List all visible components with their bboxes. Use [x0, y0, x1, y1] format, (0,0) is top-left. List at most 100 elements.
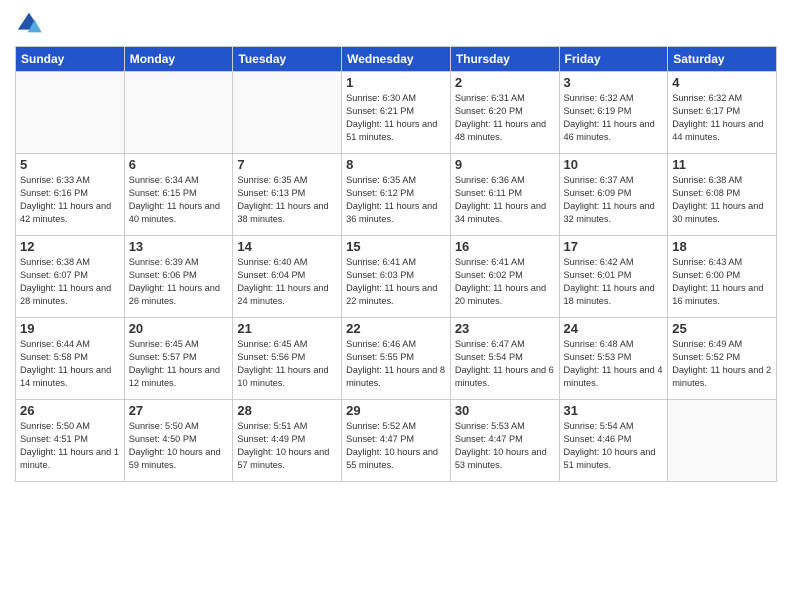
week-row-0: 1Sunrise: 6:30 AM Sunset: 6:21 PM Daylig… — [16, 72, 777, 154]
day-number: 13 — [129, 239, 229, 254]
calendar-cell: 3 Sunrise: 6:32 AM Sunset: 6:19 PM Daylig… — [559, 72, 668, 154]
cell-content: Sunrise: 5:51 AM Sunset: 4:49 PM Dayligh… — [237, 420, 337, 472]
calendar-cell: 19 Sunrise: 6:44 AM Sunset: 5:58 PM Dayli… — [16, 318, 125, 400]
day-number: 20 — [129, 321, 229, 336]
cell-content: Sunrise: 5:53 AM Sunset: 4:47 PM Dayligh… — [455, 420, 555, 472]
day-number: 23 — [455, 321, 555, 336]
calendar-cell: 8 Sunrise: 6:35 AM Sunset: 6:12 PM Daylig… — [342, 154, 451, 236]
day-number: 6 — [129, 157, 229, 172]
cell-content: Sunrise: 6:35 AM Sunset: 6:12 PM Dayligh… — [346, 174, 446, 226]
cell-content: Sunrise: 6:32 AM Sunset: 6:19 PM Dayligh… — [564, 92, 664, 144]
weekday-header-friday: Friday — [559, 47, 668, 72]
day-number: 24 — [564, 321, 664, 336]
logo — [15, 10, 47, 38]
day-number: 29 — [346, 403, 446, 418]
day-number: 2 — [455, 75, 555, 90]
cell-content: Sunrise: 6:45 AM Sunset: 5:57 PM Dayligh… — [129, 338, 229, 390]
day-number: 5 — [20, 157, 120, 172]
day-number: 15 — [346, 239, 446, 254]
calendar-cell: 30 Sunrise: 5:53 AM Sunset: 4:47 PM Dayli… — [450, 400, 559, 482]
day-number: 8 — [346, 157, 446, 172]
calendar-cell: 27 Sunrise: 5:50 AM Sunset: 4:50 PM Dayli… — [124, 400, 233, 482]
cell-content: Sunrise: 6:42 AM Sunset: 6:01 PM Dayligh… — [564, 256, 664, 308]
calendar-cell: 13 Sunrise: 6:39 AM Sunset: 6:06 PM Dayli… — [124, 236, 233, 318]
calendar-cell: 15 Sunrise: 6:41 AM Sunset: 6:03 PM Dayli… — [342, 236, 451, 318]
cell-content: Sunrise: 6:34 AM Sunset: 6:15 PM Dayligh… — [129, 174, 229, 226]
day-number: 27 — [129, 403, 229, 418]
calendar-cell — [124, 72, 233, 154]
calendar-cell: 29 Sunrise: 5:52 AM Sunset: 4:47 PM Dayli… — [342, 400, 451, 482]
cell-content: Sunrise: 6:41 AM Sunset: 6:02 PM Dayligh… — [455, 256, 555, 308]
cell-content: Sunrise: 6:31 AM Sunset: 6:20 PM Dayligh… — [455, 92, 555, 144]
cell-content: Sunrise: 6:44 AM Sunset: 5:58 PM Dayligh… — [20, 338, 120, 390]
day-number: 10 — [564, 157, 664, 172]
header — [15, 10, 777, 38]
cell-content: Sunrise: 6:45 AM Sunset: 5:56 PM Dayligh… — [237, 338, 337, 390]
day-number: 25 — [672, 321, 772, 336]
calendar: SundayMondayTuesdayWednesdayThursdayFrid… — [15, 46, 777, 482]
cell-content: Sunrise: 6:32 AM Sunset: 6:17 PM Dayligh… — [672, 92, 772, 144]
week-row-3: 19 Sunrise: 6:44 AM Sunset: 5:58 PM Dayli… — [16, 318, 777, 400]
day-number: 4 — [672, 75, 772, 90]
cell-content: Sunrise: 6:35 AM Sunset: 6:13 PM Dayligh… — [237, 174, 337, 226]
cell-content: Sunrise: 6:36 AM Sunset: 6:11 PM Dayligh… — [455, 174, 555, 226]
cell-content: Sunrise: 6:43 AM Sunset: 6:00 PM Dayligh… — [672, 256, 772, 308]
week-row-1: 5 Sunrise: 6:33 AM Sunset: 6:16 PM Daylig… — [16, 154, 777, 236]
calendar-cell: 7Sunrise: 6:35 AM Sunset: 6:13 PM Daylig… — [233, 154, 342, 236]
cell-content: Sunrise: 6:38 AM Sunset: 6:08 PM Dayligh… — [672, 174, 772, 226]
weekday-header-thursday: Thursday — [450, 47, 559, 72]
calendar-cell: 18 Sunrise: 6:43 AM Sunset: 6:00 PM Dayli… — [668, 236, 777, 318]
day-number: 21 — [237, 321, 337, 336]
cell-content: Sunrise: 6:46 AM Sunset: 5:55 PM Dayligh… — [346, 338, 446, 390]
cell-content: Sunrise: 6:48 AM Sunset: 5:53 PM Dayligh… — [564, 338, 664, 390]
day-number: 18 — [672, 239, 772, 254]
cell-content: Sunrise: 6:39 AM Sunset: 6:06 PM Dayligh… — [129, 256, 229, 308]
cell-content: Sunrise: 5:50 AM Sunset: 4:51 PM Dayligh… — [20, 420, 120, 472]
logo-icon — [15, 10, 43, 38]
calendar-cell: 10 Sunrise: 6:37 AM Sunset: 6:09 PM Dayli… — [559, 154, 668, 236]
day-number: 31 — [564, 403, 664, 418]
calendar-cell — [16, 72, 125, 154]
week-row-4: 26 Sunrise: 5:50 AM Sunset: 4:51 PM Dayli… — [16, 400, 777, 482]
day-number: 3 — [564, 75, 664, 90]
calendar-cell: 6 Sunrise: 6:34 AM Sunset: 6:15 PM Daylig… — [124, 154, 233, 236]
calendar-cell: 1Sunrise: 6:30 AM Sunset: 6:21 PM Daylig… — [342, 72, 451, 154]
page: SundayMondayTuesdayWednesdayThursdayFrid… — [0, 0, 792, 612]
calendar-cell: 9 Sunrise: 6:36 AM Sunset: 6:11 PM Daylig… — [450, 154, 559, 236]
day-number: 30 — [455, 403, 555, 418]
day-number: 9 — [455, 157, 555, 172]
calendar-cell: 20 Sunrise: 6:45 AM Sunset: 5:57 PM Dayli… — [124, 318, 233, 400]
calendar-cell: 14Sunrise: 6:40 AM Sunset: 6:04 PM Dayli… — [233, 236, 342, 318]
day-number: 12 — [20, 239, 120, 254]
cell-content: Sunrise: 6:37 AM Sunset: 6:09 PM Dayligh… — [564, 174, 664, 226]
cell-content: Sunrise: 6:30 AM Sunset: 6:21 PM Dayligh… — [346, 92, 446, 144]
day-number: 19 — [20, 321, 120, 336]
calendar-cell: 16Sunrise: 6:41 AM Sunset: 6:02 PM Dayli… — [450, 236, 559, 318]
calendar-cell: 28Sunrise: 5:51 AM Sunset: 4:49 PM Dayli… — [233, 400, 342, 482]
calendar-cell: 26 Sunrise: 5:50 AM Sunset: 4:51 PM Dayli… — [16, 400, 125, 482]
weekday-header-tuesday: Tuesday — [233, 47, 342, 72]
cell-content: Sunrise: 5:54 AM Sunset: 4:46 PM Dayligh… — [564, 420, 664, 472]
calendar-cell: 25 Sunrise: 6:49 AM Sunset: 5:52 PM Dayli… — [668, 318, 777, 400]
day-number: 22 — [346, 321, 446, 336]
weekday-header-wednesday: Wednesday — [342, 47, 451, 72]
cell-content: Sunrise: 6:33 AM Sunset: 6:16 PM Dayligh… — [20, 174, 120, 226]
cell-content: Sunrise: 6:38 AM Sunset: 6:07 PM Dayligh… — [20, 256, 120, 308]
day-number: 26 — [20, 403, 120, 418]
calendar-cell: 4 Sunrise: 6:32 AM Sunset: 6:17 PM Daylig… — [668, 72, 777, 154]
calendar-cell: 31 Sunrise: 5:54 AM Sunset: 4:46 PM Dayli… — [559, 400, 668, 482]
day-number: 14 — [237, 239, 337, 254]
calendar-cell: 5 Sunrise: 6:33 AM Sunset: 6:16 PM Daylig… — [16, 154, 125, 236]
calendar-cell: 12 Sunrise: 6:38 AM Sunset: 6:07 PM Dayli… — [16, 236, 125, 318]
calendar-cell: 23Sunrise: 6:47 AM Sunset: 5:54 PM Dayli… — [450, 318, 559, 400]
weekday-header-saturday: Saturday — [668, 47, 777, 72]
cell-content: Sunrise: 5:52 AM Sunset: 4:47 PM Dayligh… — [346, 420, 446, 472]
week-row-2: 12 Sunrise: 6:38 AM Sunset: 6:07 PM Dayli… — [16, 236, 777, 318]
cell-content: Sunrise: 6:49 AM Sunset: 5:52 PM Dayligh… — [672, 338, 772, 390]
cell-content: Sunrise: 6:41 AM Sunset: 6:03 PM Dayligh… — [346, 256, 446, 308]
cell-content: Sunrise: 5:50 AM Sunset: 4:50 PM Dayligh… — [129, 420, 229, 472]
weekday-header-monday: Monday — [124, 47, 233, 72]
weekday-header-row: SundayMondayTuesdayWednesdayThursdayFrid… — [16, 47, 777, 72]
calendar-cell: 24 Sunrise: 6:48 AM Sunset: 5:53 PM Dayli… — [559, 318, 668, 400]
calendar-cell: 11Sunrise: 6:38 AM Sunset: 6:08 PM Dayli… — [668, 154, 777, 236]
